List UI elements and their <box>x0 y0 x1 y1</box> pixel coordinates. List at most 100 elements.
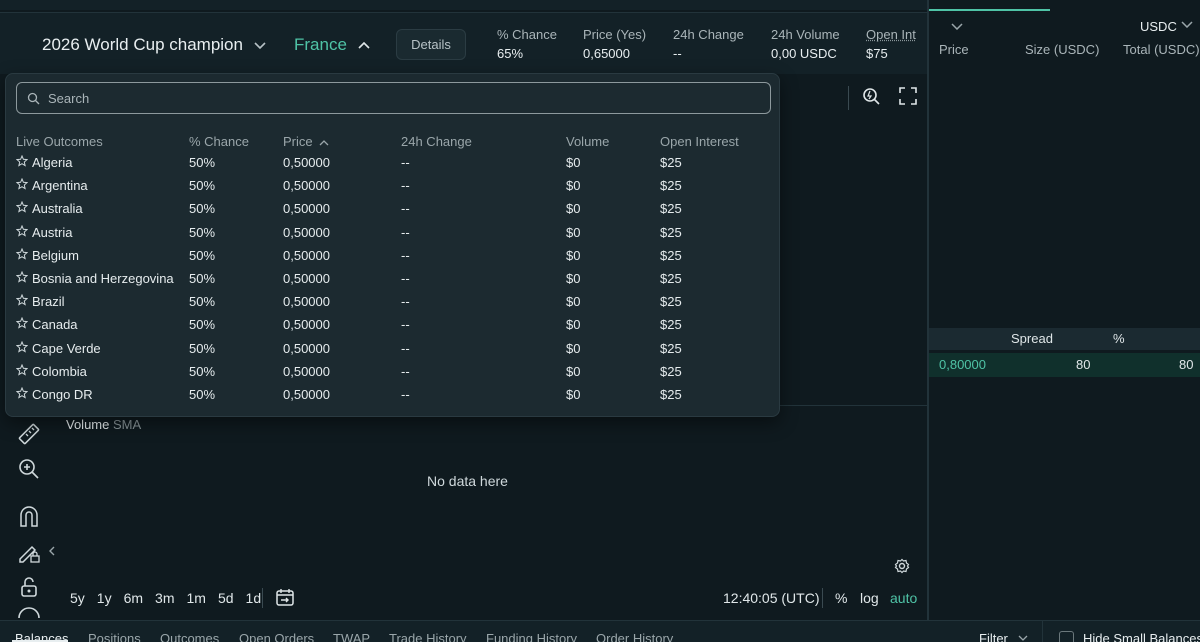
col-chance[interactable]: % Chance <box>189 134 249 149</box>
currency-selector[interactable]: USDC <box>1140 19 1177 34</box>
star-icon[interactable] <box>15 177 29 190</box>
outcome-row[interactable]: Congo DR 50% 0,50000 -- $0 $25 <box>6 384 779 407</box>
star-icon[interactable] <box>15 201 29 214</box>
tab-outcomes[interactable]: Outcomes <box>160 631 219 642</box>
outcome-row[interactable]: Colombia 50% 0,50000 -- $0 $25 <box>6 361 779 384</box>
magnet-icon[interactable] <box>16 504 42 530</box>
outcome-row[interactable]: Canada 50% 0,50000 -- $0 $25 <box>6 314 779 337</box>
chevron-down-icon[interactable] <box>1181 20 1193 28</box>
outcome-row[interactable]: Argentina 50% 0,50000 -- $0 $25 <box>6 175 779 198</box>
chevron-down-icon[interactable] <box>951 22 963 30</box>
stat-chance: % Chance 65% <box>497 27 557 61</box>
filter-dropdown[interactable]: Filter <box>979 631 1008 642</box>
col-open-interest[interactable]: Open Interest <box>660 134 739 149</box>
favorite-toggle[interactable] <box>15 270 29 286</box>
favorite-toggle[interactable] <box>15 154 29 170</box>
outcome-row[interactable]: Belgium 50% 0,50000 -- $0 $25 <box>6 245 779 268</box>
tab-funding-history[interactable]: Funding History <box>486 631 577 642</box>
bottom-separator <box>1042 621 1043 642</box>
favorite-toggle[interactable] <box>15 224 29 240</box>
outcome-row[interactable]: Cape Verde 50% 0,50000 -- $0 $25 <box>6 338 779 361</box>
log-scale-toggle[interactable]: log <box>860 590 879 606</box>
favorite-toggle[interactable] <box>15 340 29 356</box>
utc-clock[interactable]: 12:40:05 (UTC) <box>723 590 819 606</box>
empty-chart-message: No data here <box>427 473 508 489</box>
stat-label: 24h Volume <box>771 27 840 42</box>
auto-scale-toggle[interactable]: auto <box>890 590 917 606</box>
outcome-price: 0,50000 <box>283 387 330 402</box>
outcome-row[interactable]: Austria 50% 0,50000 -- $0 $25 <box>6 222 779 245</box>
outcome-row[interactable]: Brazil 50% 0,50000 -- $0 $25 <box>6 291 779 314</box>
col-live-outcomes[interactable]: Live Outcomes <box>16 134 103 149</box>
timeframe-1d[interactable]: 1d <box>246 590 262 606</box>
timeframe-1m[interactable]: 1m <box>187 590 206 606</box>
tab-twap[interactable]: TWAP <box>333 631 370 642</box>
ruler-icon[interactable] <box>16 421 42 447</box>
tab-positions[interactable]: Positions <box>88 631 141 642</box>
market-selector[interactable]: 2026 World Cup champion <box>42 35 267 55</box>
star-icon[interactable] <box>15 293 29 306</box>
col-24h-change[interactable]: 24h Change <box>401 134 472 149</box>
favorite-toggle[interactable] <box>15 247 29 263</box>
orderbook-total: 80 <box>1179 357 1194 372</box>
volume-indicator: SMA <box>113 417 142 432</box>
outcome-volume: $0 <box>566 363 581 379</box>
timeframe-5y[interactable]: 5y <box>70 590 85 606</box>
star-icon[interactable] <box>15 340 29 353</box>
star-icon[interactable] <box>15 247 29 260</box>
outcome-change: -- <box>401 201 410 217</box>
orderbook-row[interactable]: 0,80000 80 80 <box>929 353 1200 377</box>
col-price[interactable]: Price <box>283 134 329 149</box>
hide-small-balances-checkbox[interactable] <box>1059 631 1074 642</box>
outcome-oi: $25 <box>660 340 682 356</box>
percent-scale-toggle[interactable]: % <box>835 590 847 606</box>
magic-zoom-icon[interactable] <box>861 86 881 106</box>
timeframe-selector: 5y 1y 6m 3m 1m 5d 1d <box>70 590 261 606</box>
outcome-price: 0,50000 <box>283 201 330 217</box>
favorite-toggle[interactable] <box>15 363 29 379</box>
stat-label: % Chance <box>497 27 557 42</box>
timeframe-5d[interactable]: 5d <box>218 590 234 606</box>
tab-trade-history[interactable]: Trade History <box>389 631 467 642</box>
timeframe-3m[interactable]: 3m <box>155 590 174 606</box>
timeframe-6m[interactable]: 6m <box>124 590 143 606</box>
outcome-selector[interactable]: France <box>294 35 371 55</box>
zoom-in-icon[interactable] <box>16 456 42 482</box>
details-button[interactable]: Details <box>396 29 466 60</box>
outcome-name: Bosnia and Herzegovina <box>32 271 174 286</box>
star-icon[interactable] <box>15 363 29 376</box>
settings-gear-icon[interactable] <box>894 558 910 574</box>
outcome-volume: $0 <box>566 294 581 310</box>
favorite-toggle[interactable] <box>15 386 29 402</box>
star-icon[interactable] <box>15 386 29 399</box>
stat-open-interest[interactable]: Open Interest $75 <box>866 27 916 61</box>
search-input[interactable] <box>48 90 748 106</box>
eye-icon[interactable] <box>16 606 42 618</box>
star-icon[interactable] <box>15 317 29 330</box>
star-icon[interactable] <box>15 270 29 283</box>
favorite-toggle[interactable] <box>15 201 29 216</box>
lock-drawing-icon[interactable] <box>16 539 42 565</box>
outcome-change: -- <box>401 387 410 402</box>
outcome-price: 0,50000 <box>283 294 330 310</box>
spread-label: Spread <box>1011 331 1053 346</box>
outcome-price: 0,50000 <box>283 271 330 286</box>
favorite-toggle[interactable] <box>15 317 29 332</box>
timeframe-1y[interactable]: 1y <box>97 590 112 606</box>
star-icon[interactable] <box>15 224 29 237</box>
outcome-row[interactable]: Australia 50% 0,50000 -- $0 $25 <box>6 198 779 221</box>
unlock-icon[interactable] <box>16 574 42 600</box>
favorite-toggle[interactable] <box>15 177 29 193</box>
fullscreen-icon[interactable] <box>899 87 917 105</box>
calendar-range-icon[interactable] <box>275 587 295 607</box>
collapse-toolbar-icon[interactable] <box>48 545 56 557</box>
volume-indicator-label[interactable]: Volume SMA <box>66 417 141 432</box>
col-volume[interactable]: Volume <box>566 134 609 149</box>
favorite-toggle[interactable] <box>15 293 29 309</box>
outcome-row[interactable]: Algeria 50% 0,50000 -- $0 $25 <box>6 152 779 175</box>
tab-open-orders[interactable]: Open Orders <box>239 631 314 642</box>
tab-order-history[interactable]: Order History <box>596 631 673 642</box>
outcome-row[interactable]: Bosnia and Herzegovina 50% 0,50000 -- $0 $25 <box>6 268 779 291</box>
outcome-chance: 50% <box>189 247 216 263</box>
star-icon[interactable] <box>15 154 29 167</box>
